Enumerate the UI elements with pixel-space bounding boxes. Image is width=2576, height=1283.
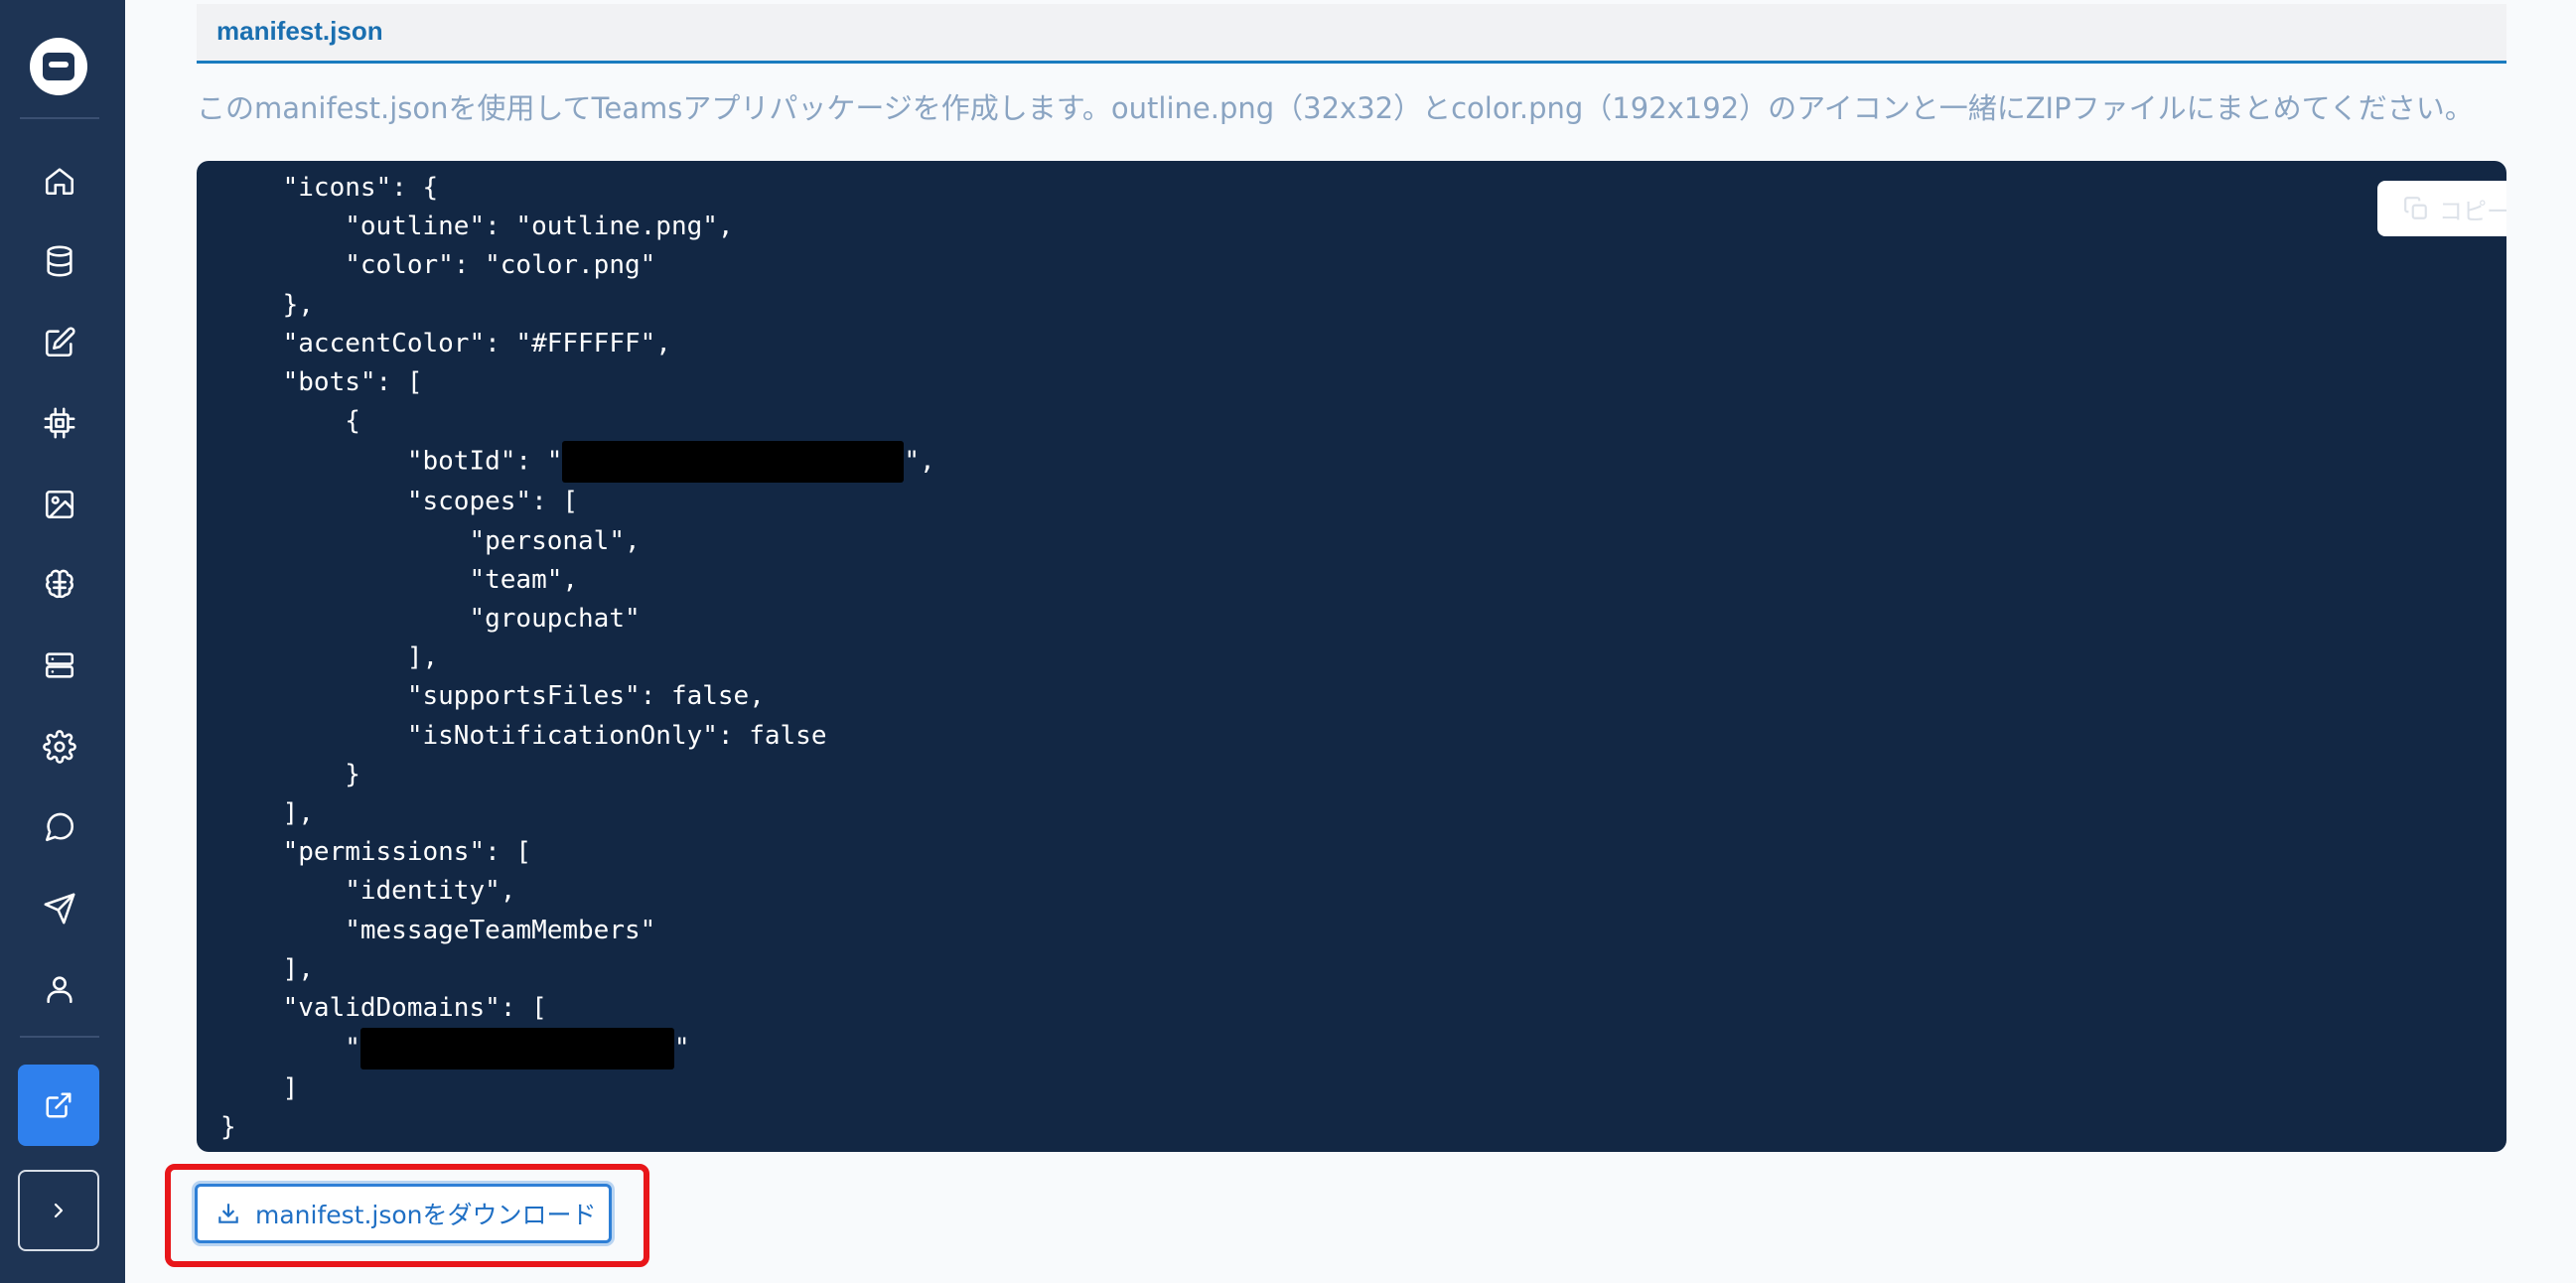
code-line: "messageTeamMembers" [220, 915, 656, 945]
code-line: "scopes": [ [220, 487, 579, 517]
sidebar-item-user[interactable] [25, 960, 94, 1018]
code-line-domain: " " [220, 1028, 935, 1070]
code-line: ], [220, 798, 314, 829]
code-line-bot-id: "botId": " ", [220, 441, 935, 484]
code-line: "color": "color.png" [220, 250, 656, 281]
copy-button-label: コピーする [2439, 197, 2506, 225]
sidebar-item-send[interactable] [25, 880, 94, 937]
download-icon [218, 1204, 238, 1223]
code-line: }, [220, 289, 314, 320]
app-window: manifest.json このmanifest.jsonを使用してTeamsア… [0, 0, 2576, 1283]
code-line: "personal", [220, 525, 641, 556]
section-title: manifest.json [216, 16, 383, 46]
code-line: " [220, 1033, 360, 1064]
section-description: このmanifest.jsonを使用してTeamsアプリパッケージを作成します。… [197, 91, 2474, 125]
code-line: "groupchat" [220, 604, 641, 635]
user-icon [47, 976, 72, 1004]
sidebar-item-external-link[interactable] [18, 1065, 99, 1146]
chip-icon [44, 407, 75, 439]
code-content: "icons": { "outline": "outline.png", "co… [220, 169, 935, 1148]
sidebar-item-server[interactable] [25, 637, 94, 694]
sidebar-expand-button[interactable] [18, 1170, 99, 1251]
redacted-domain [359, 1028, 674, 1070]
main-content: manifest.json このmanifest.jsonを使用してTeamsア… [125, 0, 2576, 1283]
sidebar-divider [20, 117, 99, 119]
image-icon [45, 490, 74, 519]
sidebar-item-chat[interactable] [25, 798, 94, 856]
code-line: } [220, 1112, 236, 1143]
code-line: "permissions": [ [220, 837, 532, 868]
code-line-suffix: ", [904, 446, 935, 477]
sidebar-item-home[interactable] [25, 152, 94, 210]
sidebar-item-chip[interactable] [25, 394, 94, 452]
code-line: "outline": "outline.png", [220, 212, 734, 242]
sidebar [0, 0, 125, 1283]
sidebar-item-brain[interactable] [25, 556, 94, 614]
code-line: ], [220, 642, 439, 673]
ninja-logo-icon [43, 53, 74, 80]
code-line: "supportsFiles": false, [220, 681, 765, 712]
redacted-bot-id [562, 441, 905, 484]
code-line: "botId": " [220, 446, 563, 477]
sidebar-item-database[interactable] [25, 232, 94, 290]
sidebar-item-settings[interactable] [25, 718, 94, 776]
server-icon [45, 652, 74, 678]
chat-icon [45, 812, 74, 842]
section-header: manifest.json [197, 4, 2506, 64]
code-line: "accentColor": "#FFFFFF", [220, 328, 671, 358]
code-line: "validDomains": [ [220, 993, 547, 1024]
copy-icon [2404, 197, 2427, 219]
home-icon [45, 168, 74, 196]
external-link-icon [46, 1092, 72, 1118]
app-logo[interactable] [30, 38, 87, 95]
code-line: } [220, 759, 360, 789]
database-icon [47, 245, 72, 277]
sidebar-item-image[interactable] [25, 476, 94, 533]
copy-button[interactable]: コピーする [2377, 181, 2506, 236]
code-line: "bots": [ [220, 367, 423, 398]
download-manifest-button[interactable]: manifest.jsonをダウンロード [195, 1184, 612, 1243]
code-line: "isNotificationOnly": false [220, 720, 827, 751]
sidebar-divider [20, 1036, 99, 1038]
chevron-right-icon [54, 1203, 64, 1218]
gear-icon [43, 730, 76, 764]
code-line: { [220, 406, 360, 437]
code-block: "icons": { "outline": "outline.png", "co… [197, 161, 2506, 1152]
code-line-suffix: " [673, 1033, 690, 1064]
brain-icon [46, 569, 73, 599]
download-button-label: manifest.jsonをダウンロード [255, 1201, 597, 1229]
sidebar-item-edit[interactable] [25, 314, 94, 371]
code-line: ], [220, 953, 314, 984]
send-icon [44, 893, 75, 925]
code-line: "team", [220, 564, 579, 595]
code-line: "icons": { [220, 173, 439, 203]
code-line: ] [220, 1073, 299, 1104]
code-line: "identity", [220, 876, 516, 907]
edit-icon [45, 327, 75, 357]
